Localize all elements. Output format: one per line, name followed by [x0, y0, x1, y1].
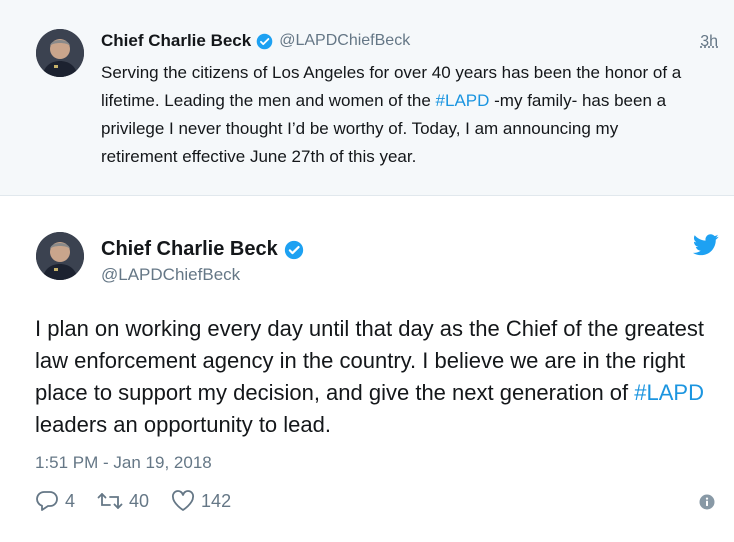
- tweet-text-part: leaders an opportunity to lead.: [35, 412, 331, 437]
- hashtag-link[interactable]: #LAPD: [436, 91, 490, 110]
- tweet-embed: Chief Charlie Beck @LAPDChiefBeck 3h Ser…: [0, 0, 734, 542]
- retweet-count: 40: [129, 490, 150, 511]
- retweet-icon: [97, 493, 123, 509]
- parent-tweet-header: Chief Charlie Beck @LAPDChiefBeck: [101, 31, 410, 51]
- avatar[interactable]: [36, 232, 84, 280]
- tweet-actions: 4 40 142: [35, 490, 253, 512]
- main-tweet-author: Chief Charlie Beck: [101, 238, 304, 261]
- like-button[interactable]: 142: [171, 490, 231, 512]
- retweet-button[interactable]: 40: [97, 490, 149, 512]
- avatar[interactable]: [36, 29, 84, 77]
- author-name[interactable]: Chief Charlie Beck: [101, 31, 251, 51]
- tweet-text: Serving the citizens of Los Angeles for …: [101, 59, 691, 171]
- reply-icon: [36, 491, 58, 511]
- author-name[interactable]: Chief Charlie Beck: [101, 238, 278, 261]
- author-handle[interactable]: @LAPDChiefBeck: [101, 265, 240, 285]
- tweet-text-part: I plan on working every day until that d…: [35, 316, 704, 405]
- heart-icon: [172, 490, 195, 511]
- tweet-timestamp[interactable]: 1:51 PM - Jan 19, 2018: [35, 453, 212, 473]
- reply-button[interactable]: 4: [35, 490, 75, 512]
- info-icon[interactable]: [699, 494, 715, 510]
- like-count: 142: [201, 490, 232, 511]
- twitter-bird-icon[interactable]: [693, 234, 719, 256]
- tweet-text: I plan on working every day until that d…: [35, 313, 705, 441]
- verified-badge-icon: [256, 33, 273, 49]
- verified-badge-icon: [284, 240, 303, 259]
- reply-count: 4: [65, 490, 76, 511]
- tweet-time[interactable]: 3h: [700, 33, 718, 51]
- parent-tweet[interactable]: Chief Charlie Beck @LAPDChiefBeck 3h Ser…: [0, 0, 734, 196]
- hashtag-link[interactable]: #LAPD: [634, 380, 704, 405]
- author-handle[interactable]: @LAPDChiefBeck: [279, 32, 410, 50]
